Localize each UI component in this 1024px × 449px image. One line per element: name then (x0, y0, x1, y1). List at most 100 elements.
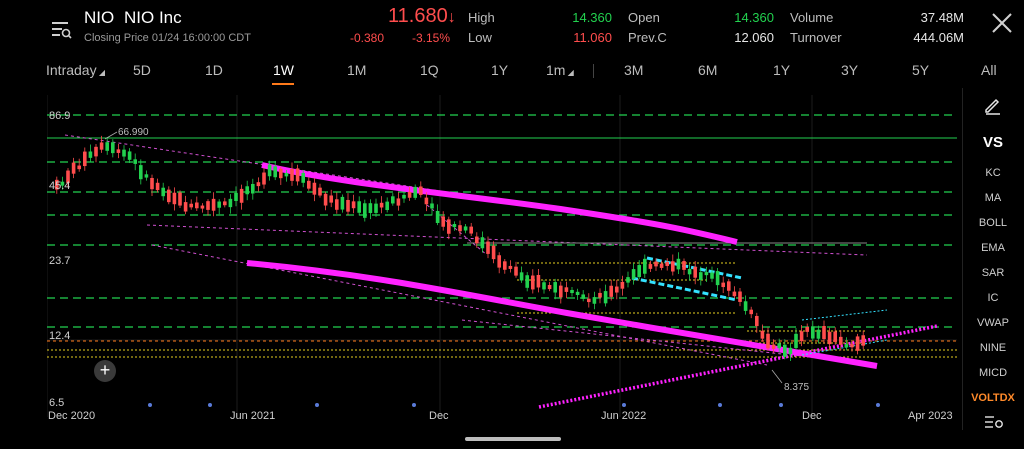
candle (497, 255, 501, 268)
closing-price-info: Closing Price 01/24 16:00:00 CDT (84, 32, 251, 44)
candle (861, 335, 865, 346)
candle (587, 298, 591, 303)
settings-icon[interactable] (984, 414, 1004, 430)
event-dots (148, 403, 880, 407)
tab-1q[interactable]: 1Q (420, 62, 439, 78)
upper-channel-line (261, 162, 738, 245)
indicator-nine[interactable]: NINE (962, 342, 1024, 354)
candle (239, 188, 244, 203)
home-indicator[interactable] (465, 437, 561, 441)
candle (379, 202, 384, 208)
tab-3y[interactable]: 3Y (841, 62, 858, 78)
x-axis-label: Jun 2022 (601, 410, 647, 422)
last-price: 11.680↓ (388, 5, 456, 28)
turnover-label: Turnover (790, 30, 842, 45)
candle (766, 333, 770, 349)
indicator-sar[interactable]: SAR (962, 267, 1024, 279)
candle (648, 264, 653, 269)
indicator-boll[interactable]: BOLL (962, 217, 1024, 229)
candle (850, 344, 854, 348)
candle (447, 219, 451, 234)
candle (295, 168, 300, 182)
tab-1m[interactable]: 1M (347, 62, 366, 78)
candle (340, 196, 345, 210)
candle (794, 333, 798, 348)
candle (94, 146, 98, 157)
close-icon[interactable] (989, 10, 1015, 36)
candle (195, 202, 199, 209)
candle (396, 198, 401, 206)
candle (732, 291, 737, 297)
candle (139, 165, 143, 180)
candle (531, 275, 535, 290)
candle (564, 287, 569, 292)
tab-6m[interactable]: 6M (698, 62, 717, 78)
candle (620, 281, 625, 289)
indicator-vwap[interactable]: VWAP (962, 317, 1024, 329)
caret-down-icon: ◢ (96, 68, 105, 77)
candle (329, 195, 333, 203)
indicator-kc[interactable]: KC (962, 167, 1024, 179)
candle (693, 266, 697, 278)
tab-5y[interactable]: 5Y (912, 62, 929, 78)
candle (111, 142, 115, 154)
candle (116, 149, 121, 153)
candle (788, 347, 793, 355)
caret-down-icon: ◢ (565, 68, 574, 77)
max-annotation: 66.990 (118, 127, 149, 138)
open-label: Open (628, 10, 660, 25)
candle (710, 272, 714, 279)
pen-icon[interactable] (983, 95, 1003, 115)
y-axis-label: 6.5 (49, 397, 65, 409)
candle (715, 271, 720, 286)
low-label: Low (468, 30, 492, 45)
candle (413, 186, 417, 198)
candle (525, 275, 529, 288)
indicator-voltdx[interactable]: VOLTDX (962, 392, 1024, 404)
candle (581, 294, 585, 299)
candle (172, 192, 177, 205)
indicator-micd[interactable]: MICD (962, 367, 1024, 379)
candle (284, 172, 289, 177)
indicator-ma[interactable]: MA (962, 192, 1024, 204)
candle (335, 199, 339, 210)
price-chart[interactable]: 66.990 8.375 (47, 95, 957, 417)
indicator-ic[interactable]: IC (962, 292, 1024, 304)
indicator-vs[interactable]: VS (962, 134, 1024, 151)
y-axis-label: 23.7 (49, 255, 71, 267)
candle (654, 261, 658, 267)
candle (659, 263, 664, 268)
list-search-icon[interactable] (50, 18, 72, 40)
high-label: High (468, 10, 495, 25)
candle (727, 281, 731, 291)
tab-1w[interactable]: 1W (273, 62, 294, 78)
candle (704, 272, 709, 276)
candle (687, 269, 692, 275)
candle (855, 336, 860, 351)
indicator-ema[interactable]: EMA (962, 242, 1024, 254)
candle (273, 166, 277, 178)
min-annotation: 8.375 (784, 382, 809, 393)
plus-icon[interactable]: + (94, 360, 116, 382)
tab-1d[interactable]: 1D (205, 62, 223, 78)
candle (783, 344, 787, 357)
candle (211, 198, 216, 211)
tab-5d[interactable]: 5D (133, 62, 151, 78)
candle (637, 265, 641, 278)
tab-intraday[interactable]: Intraday ◢ (46, 62, 105, 78)
tab-1min[interactable]: 1m ◢ (546, 62, 574, 78)
tab-1y[interactable]: 1Y (491, 62, 508, 78)
candle (816, 329, 821, 339)
candle (407, 191, 412, 198)
candle (363, 203, 367, 218)
tab-1y-long[interactable]: 1Y (773, 62, 790, 78)
candle (592, 297, 597, 304)
x-axis-label: Dec 2020 (48, 410, 96, 422)
tab-all[interactable]: All (981, 62, 997, 78)
candle (71, 162, 76, 174)
candle (452, 224, 457, 228)
candle (99, 142, 104, 150)
tab-3m[interactable]: 3M (624, 62, 643, 78)
candle (133, 159, 137, 164)
support-resistance-lines (47, 114, 957, 328)
